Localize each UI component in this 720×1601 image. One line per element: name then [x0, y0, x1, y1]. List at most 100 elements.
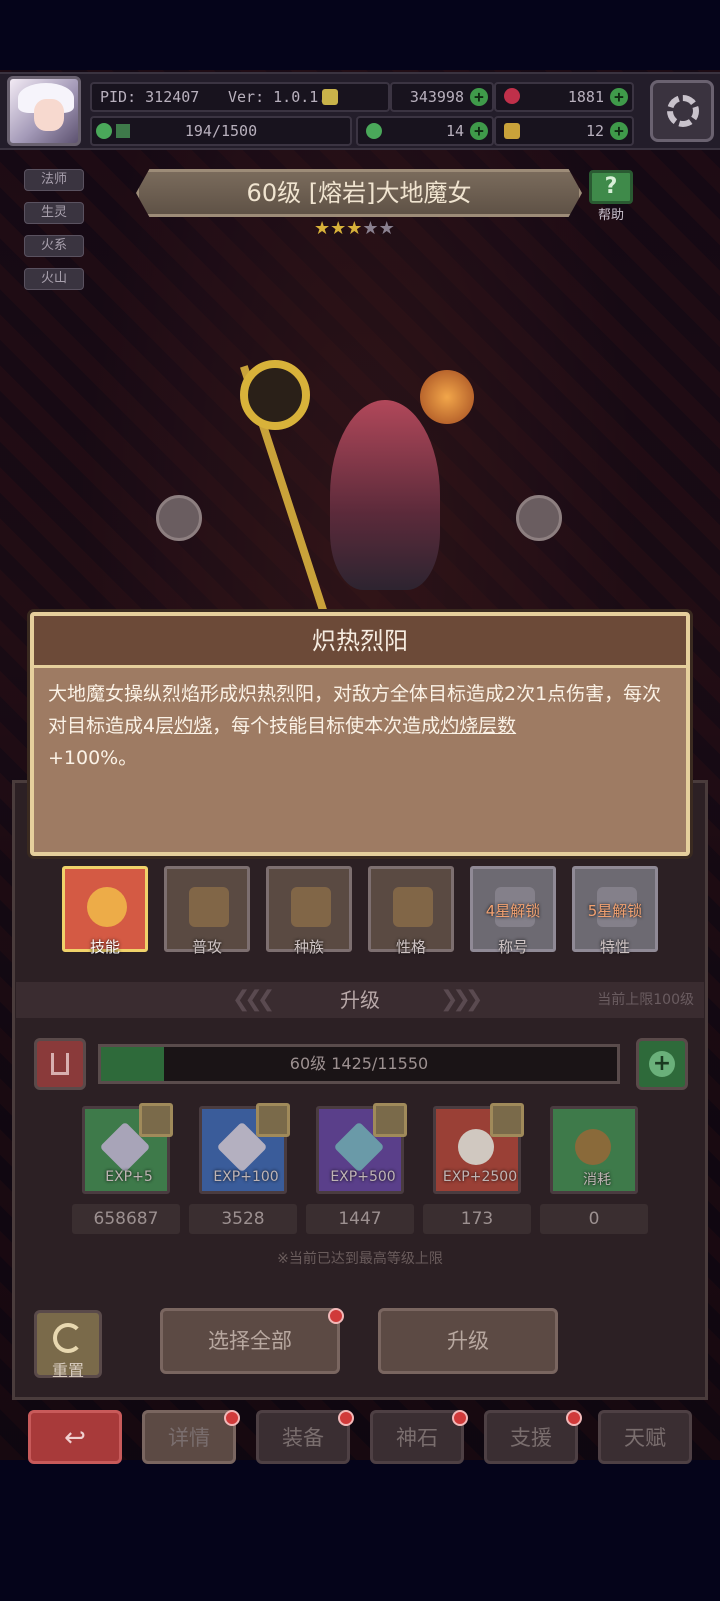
previous-hero-button[interactable] [156, 495, 202, 541]
exp-progress-text: 60级 1425/11550 [289, 1054, 429, 1073]
exp-item-count: 1447 [306, 1204, 414, 1234]
star-icon-empty: ★ [378, 218, 395, 239]
skill-title: 炽热烈阳 [34, 616, 686, 668]
exp-item-count: 3528 [189, 1204, 297, 1234]
item-badge-icon [139, 1103, 173, 1137]
skill-desc-text-3: +100%。 [48, 747, 138, 769]
notification-dot [338, 1410, 354, 1426]
fire-orb [420, 370, 474, 424]
skill-description-popup[interactable]: 炽热烈阳 大地魔女操纵烈焰形成炽热烈阳，对敌方全体目标造成2次1点伤害，每次对目… [30, 612, 690, 856]
select-all-button[interactable]: 选择全部 [160, 1308, 340, 1374]
star-icon-filled: ★ [346, 218, 363, 239]
help-button[interactable]: ? 帮助 [586, 170, 636, 226]
exp-item-label: EXP+5 [105, 1169, 153, 1185]
tab-label: 特性 [599, 938, 630, 956]
sun-staff-head [240, 360, 310, 430]
settings-button[interactable] [650, 80, 714, 142]
chevron-right-icon: ❯❯❯ [440, 987, 483, 1012]
add-keys-icon[interactable]: + [610, 122, 628, 140]
chevron-left-icon: ❮❮❮ [232, 987, 275, 1012]
tag-class: 法师 [24, 169, 84, 191]
reset-icon [53, 1323, 83, 1353]
burn-keyword-link[interactable]: 灼烧 [174, 715, 212, 737]
tab-label: 性格 [395, 938, 426, 956]
lucky-clover-icon [366, 123, 382, 139]
star-icon-filled: ★ [314, 218, 331, 239]
coins-value: 343998 [409, 88, 464, 106]
tab-trait[interactable]: 5星解锁 特性 [572, 866, 658, 956]
skill-icon [87, 887, 127, 927]
unlock-requirement: 4星解锁 [485, 902, 541, 920]
exp-progress-bar: 60级 1425/11550 [98, 1044, 620, 1084]
tab-personality[interactable]: 性格 [368, 866, 454, 956]
ruby-gem-icon [504, 88, 520, 104]
star-icon-empty: ★ [362, 218, 379, 239]
reset-button[interactable]: 重置 [34, 1310, 102, 1380]
level-up-plus-button[interactable]: + [636, 1038, 688, 1090]
tab-label: 称号 [497, 938, 528, 956]
gems-counter: 1881 + [494, 82, 634, 112]
exp-item-2500[interactable]: EXP+2500 [433, 1103, 524, 1194]
notification-dot [328, 1308, 344, 1324]
tab-normal-attack[interactable]: 普攻 [164, 866, 250, 956]
item-badge-icon [256, 1103, 290, 1137]
coin-icon [322, 89, 338, 105]
cost-item: 消耗 [550, 1106, 638, 1194]
exp-item-count: 658687 [72, 1204, 180, 1234]
avatar-face [34, 99, 64, 131]
unlock-requirement: 5星解锁 [587, 902, 643, 920]
nav-talent[interactable]: 天赋 [598, 1410, 692, 1464]
exp-item-5[interactable]: EXP+5 [82, 1103, 173, 1194]
level-down-button[interactable] [34, 1038, 86, 1090]
key-icon [504, 123, 520, 139]
stamina-bar: 194/1500 [90, 116, 352, 146]
back-button[interactable]: ↩ [28, 1410, 122, 1464]
tab-race[interactable]: 种族 [266, 866, 352, 956]
cost-count: 0 [540, 1204, 648, 1234]
upgrade-section-title: 升级 [340, 988, 380, 1012]
hero-body [330, 400, 440, 590]
clovers-counter: 14 + [356, 116, 494, 146]
tab-label: 技能 [89, 938, 120, 956]
tab-title[interactable]: 4星解锁 称号 [470, 866, 556, 956]
question-icon: ? [589, 170, 633, 204]
star-icon-filled: ★ [330, 218, 347, 239]
coins-counter: 343998 + [390, 82, 494, 112]
item-badge-icon [373, 1103, 407, 1137]
nav-details[interactable]: 详情 [142, 1410, 236, 1464]
exp-item-label: EXP+2500 [442, 1169, 518, 1185]
exp-item-100[interactable]: EXP+100 [199, 1103, 290, 1194]
notification-dot [566, 1410, 582, 1426]
exp-item-500[interactable]: EXP+500 [316, 1103, 407, 1194]
back-arrow-icon: ↩ [64, 1423, 86, 1453]
skill-desc-text-2: ，每个技能目标使本次造成 [212, 715, 441, 737]
tag-element: 火系 [24, 235, 84, 257]
gear-icon [667, 95, 699, 127]
upgrade-button[interactable]: 升级 [378, 1308, 558, 1374]
personality-icon [393, 887, 433, 927]
gems-value: 1881 [567, 88, 604, 106]
tab-skill[interactable]: 技能 [62, 866, 148, 956]
tag-region: 火山 [24, 268, 84, 290]
gold-coin-icon [575, 1129, 611, 1165]
nav-godstone[interactable]: 神石 [370, 1410, 464, 1464]
nav-equipment[interactable]: 装备 [256, 1410, 350, 1464]
exp-item-label: EXP+500 [330, 1169, 396, 1185]
burn-stacks-keyword-link[interactable]: 灼烧层数 [440, 715, 516, 737]
exp-item-count: 173 [423, 1204, 531, 1234]
nav-support[interactable]: 支援 [484, 1410, 578, 1464]
notification-dot [224, 1410, 240, 1426]
hero-name-banner: 60级 [熔岩]大地魔女 [136, 169, 582, 217]
pid-version-panel: PID: 312407 Ver: 1.0.1.8 [90, 82, 390, 112]
bear-icon [291, 887, 331, 927]
level-limit-text: 当前上限100级 [597, 992, 694, 1008]
clovers-value: 14 [445, 122, 464, 140]
add-coins-icon[interactable]: + [470, 88, 488, 106]
notification-dot [452, 1410, 468, 1426]
add-gems-icon[interactable]: + [610, 88, 628, 106]
add-clovers-icon[interactable]: + [470, 122, 488, 140]
next-hero-button[interactable] [516, 495, 562, 541]
download-arrow-icon [51, 1053, 69, 1075]
version-text: Ver: 1.0.1.8 [228, 88, 337, 106]
player-avatar[interactable] [7, 76, 81, 146]
